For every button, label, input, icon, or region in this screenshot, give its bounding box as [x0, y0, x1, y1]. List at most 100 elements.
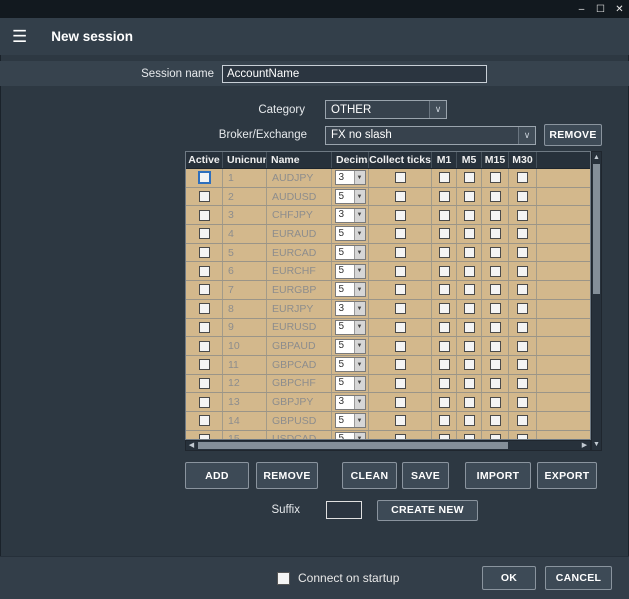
- m15-checkbox[interactable]: [490, 359, 501, 370]
- column-header[interactable]: Active: [186, 152, 223, 168]
- collect-ticks-checkbox[interactable]: [395, 341, 406, 352]
- unicnum-cell[interactable]: 12: [223, 375, 267, 393]
- m30-checkbox[interactable]: [517, 359, 528, 370]
- m15-checkbox[interactable]: [490, 210, 501, 221]
- m5-checkbox[interactable]: [464, 415, 475, 426]
- active-checkbox[interactable]: [199, 228, 210, 239]
- cancel-button[interactable]: CANCEL: [545, 566, 612, 590]
- export-button[interactable]: EXPORT: [537, 462, 597, 489]
- unicnum-cell[interactable]: 11: [223, 356, 267, 374]
- name-cell[interactable]: GBPCHF: [267, 375, 332, 393]
- m15-checkbox[interactable]: [490, 191, 501, 202]
- m15-checkbox[interactable]: [490, 415, 501, 426]
- column-header[interactable]: [537, 152, 590, 168]
- m30-checkbox[interactable]: [517, 210, 528, 221]
- decimals-select[interactable]: 5 ▼: [335, 226, 366, 241]
- unicnum-cell[interactable]: 10: [223, 337, 267, 355]
- m1-checkbox[interactable]: [439, 284, 450, 295]
- minimize-button[interactable]: –: [572, 0, 591, 18]
- m30-checkbox[interactable]: [517, 191, 528, 202]
- unicnum-cell[interactable]: 4: [223, 225, 267, 243]
- clean-button[interactable]: CLEAN: [342, 462, 397, 489]
- decimals-select[interactable]: 5 ▼: [335, 245, 366, 260]
- m1-checkbox[interactable]: [439, 378, 450, 389]
- collect-ticks-checkbox[interactable]: [395, 359, 406, 370]
- name-cell[interactable]: GBPAUD: [267, 337, 332, 355]
- active-checkbox[interactable]: [199, 191, 210, 202]
- name-cell[interactable]: GBPJPY: [267, 393, 332, 411]
- m1-checkbox[interactable]: [439, 266, 450, 277]
- active-checkbox[interactable]: [199, 284, 210, 295]
- m5-checkbox[interactable]: [464, 172, 475, 183]
- category-select[interactable]: OTHER ∨: [325, 100, 447, 119]
- m1-checkbox[interactable]: [439, 247, 450, 258]
- session-name-input[interactable]: [222, 65, 487, 83]
- unicnum-cell[interactable]: 3: [223, 206, 267, 224]
- unicnum-cell[interactable]: 8: [223, 300, 267, 318]
- collect-ticks-checkbox[interactable]: [395, 228, 406, 239]
- m30-checkbox[interactable]: [517, 341, 528, 352]
- unicnum-cell[interactable]: 13: [223, 393, 267, 411]
- unicnum-cell[interactable]: 14: [223, 412, 267, 430]
- add-button[interactable]: ADD: [185, 462, 249, 489]
- create-new-button[interactable]: CREATE NEW: [377, 500, 478, 521]
- horizontal-scrollbar[interactable]: ◀ ▶: [185, 440, 591, 451]
- column-header[interactable]: M30: [509, 152, 537, 168]
- m1-checkbox[interactable]: [439, 415, 450, 426]
- collect-ticks-checkbox[interactable]: [395, 322, 406, 333]
- horizontal-scrollbar-thumb[interactable]: [198, 442, 508, 449]
- decimals-select[interactable]: 5 ▼: [335, 320, 366, 335]
- column-header[interactable]: M1: [432, 152, 457, 168]
- m5-checkbox[interactable]: [464, 397, 475, 408]
- name-cell[interactable]: CHFJPY: [267, 206, 332, 224]
- column-header[interactable]: Name: [267, 152, 332, 168]
- collect-ticks-checkbox[interactable]: [395, 284, 406, 295]
- name-cell[interactable]: GBPUSD: [267, 412, 332, 430]
- m15-checkbox[interactable]: [490, 397, 501, 408]
- active-checkbox[interactable]: [199, 415, 210, 426]
- m30-checkbox[interactable]: [517, 322, 528, 333]
- collect-ticks-checkbox[interactable]: [395, 415, 406, 426]
- name-cell[interactable]: USDCAD: [267, 431, 332, 440]
- name-cell[interactable]: AUDJPY: [267, 169, 332, 187]
- m1-checkbox[interactable]: [439, 397, 450, 408]
- vertical-scrollbar-thumb[interactable]: [593, 164, 600, 294]
- m1-checkbox[interactable]: [439, 191, 450, 202]
- unicnum-cell[interactable]: 7: [223, 281, 267, 299]
- unicnum-cell[interactable]: 2: [223, 188, 267, 206]
- decimals-select[interactable]: 5 ▼: [335, 339, 366, 354]
- m5-checkbox[interactable]: [464, 378, 475, 389]
- scroll-up-icon[interactable]: ▲: [592, 153, 601, 162]
- column-header[interactable]: M15: [482, 152, 509, 168]
- m5-checkbox[interactable]: [464, 228, 475, 239]
- name-cell[interactable]: EURGBP: [267, 281, 332, 299]
- m1-checkbox[interactable]: [439, 172, 450, 183]
- m15-checkbox[interactable]: [490, 284, 501, 295]
- decimals-select[interactable]: 5 ▼: [335, 432, 366, 440]
- m5-checkbox[interactable]: [464, 191, 475, 202]
- m1-checkbox[interactable]: [439, 322, 450, 333]
- remove-broker-button[interactable]: REMOVE: [544, 124, 602, 146]
- collect-ticks-checkbox[interactable]: [395, 210, 406, 221]
- m5-checkbox[interactable]: [464, 303, 475, 314]
- collect-ticks-checkbox[interactable]: [395, 172, 406, 183]
- decimals-select[interactable]: 3 ▼: [335, 395, 366, 410]
- column-header[interactable]: Collect ticks: [369, 152, 432, 168]
- m5-checkbox[interactable]: [464, 210, 475, 221]
- name-cell[interactable]: EURAUD: [267, 225, 332, 243]
- m30-checkbox[interactable]: [517, 247, 528, 258]
- m15-checkbox[interactable]: [490, 322, 501, 333]
- collect-ticks-checkbox[interactable]: [395, 397, 406, 408]
- m30-checkbox[interactable]: [517, 266, 528, 277]
- m30-checkbox[interactable]: [517, 397, 528, 408]
- active-checkbox[interactable]: [199, 210, 210, 221]
- m1-checkbox[interactable]: [439, 210, 450, 221]
- name-cell[interactable]: EURCAD: [267, 244, 332, 262]
- column-header[interactable]: Unicnum: [223, 152, 267, 168]
- m1-checkbox[interactable]: [439, 341, 450, 352]
- unicnum-cell[interactable]: 5: [223, 244, 267, 262]
- m30-checkbox[interactable]: [517, 378, 528, 389]
- vertical-scrollbar[interactable]: ▲ ▼: [591, 151, 602, 451]
- decimals-select[interactable]: 5 ▼: [335, 413, 366, 428]
- active-checkbox[interactable]: [199, 172, 210, 183]
